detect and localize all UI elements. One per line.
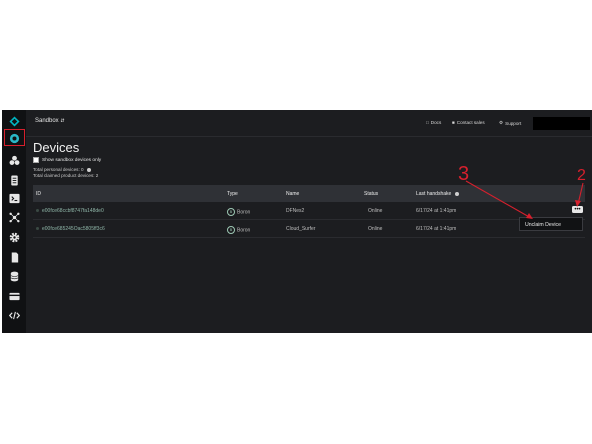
column-last-handshake-label: Last handshake (416, 191, 452, 197)
total-claimed-devices: Total claimed product devices: 2 (33, 173, 99, 178)
topbar: Sandbox ⇵ □ Docs ■ Contact sales ⚙ Suppo… (26, 110, 592, 137)
status-dot (36, 227, 39, 231)
support-label: Support (505, 120, 522, 126)
info-icon[interactable] (454, 191, 459, 196)
docs-link[interactable]: □ Docs (426, 120, 441, 125)
device-id-cell[interactable]: e00fce68ccbf8747fa148de0 (36, 208, 104, 214)
devices-table: ID Type Name Status Last handshake e00fc… (33, 185, 585, 238)
column-last-handshake[interactable]: Last handshake (416, 191, 459, 197)
sandbox-filter[interactable]: Show sandbox devices only (33, 157, 101, 163)
device-type: Boron (237, 227, 251, 234)
device-last-handshake: 6/17/24 at 1:41pm (416, 226, 457, 232)
code-icon (8, 311, 20, 319)
device-type: Boron (237, 209, 251, 216)
total-personal-devices: Total personal devices: 0 (33, 167, 91, 172)
device-type-cell: B Boron (227, 226, 250, 234)
contact-sales-label: Contact sales (456, 120, 485, 125)
sidebar-item-billing[interactable] (6, 173, 22, 187)
sidebar-item-sim[interactable] (6, 250, 22, 264)
device-status: Online (368, 226, 383, 232)
device-status: Online (368, 208, 383, 214)
sim-card-icon (11, 251, 18, 263)
table-row[interactable]: e00fce685245Oac5805ff3c6 B Boron Cloud_Su… (33, 220, 585, 238)
chevron-updown-icon: ⇵ (60, 118, 65, 124)
database-icon (10, 271, 18, 281)
row-more-button[interactable]: ••• (572, 206, 583, 213)
table-header: ID Type Name Status Last handshake (33, 185, 585, 202)
column-id[interactable]: ID (36, 191, 41, 197)
doc-icon: □ (426, 120, 429, 125)
device-id: e00fce68ccbf8747fa148de0 (42, 208, 104, 214)
gear-icon: ⚙ (499, 120, 504, 125)
settings-icon (9, 232, 19, 242)
unclaim-device-menu-item[interactable]: Unclaim Device (525, 222, 561, 228)
device-type-cell: B Boron (227, 208, 250, 216)
org-selector[interactable]: Sandbox ⇵ (35, 118, 65, 124)
device-id: e00fce685245Oac5805ff3c6 (42, 226, 105, 232)
integrations-icon (8, 212, 20, 222)
redacted-area (533, 117, 590, 130)
support-link[interactable]: ⚙ Support (499, 120, 521, 126)
sandbox-checkbox-label: Show sandbox devices only (42, 157, 102, 163)
sidebar-item-products[interactable] (6, 153, 22, 167)
status-dot (36, 209, 39, 213)
sidebar-item-settings[interactable] (6, 230, 22, 244)
sidebar-item-database[interactable] (6, 269, 22, 283)
products-icon (9, 155, 19, 165)
table-row[interactable]: e00fce68ccbf8747fa148de0 B Boron DFNes2 O… (33, 202, 585, 220)
boron-badge-icon: B (227, 226, 235, 234)
device-name: Cloud_Surfer (286, 226, 316, 232)
device-id-cell[interactable]: e00fce685245Oac5805ff3c6 (36, 226, 105, 232)
device-name: DFNes2 (286, 208, 305, 214)
console-icon (8, 193, 20, 203)
sidebar-item-console[interactable] (6, 191, 22, 205)
contact-sales-link[interactable]: ■ Contact sales (452, 120, 485, 125)
chat-icon: ■ (452, 120, 455, 125)
page-title: Devices (33, 140, 80, 155)
column-status[interactable]: Status (364, 191, 378, 197)
active-nav-highlight (4, 129, 25, 146)
billing-icon (10, 174, 18, 186)
sidebar-item-integrations[interactable] (6, 210, 22, 224)
info-icon[interactable] (86, 167, 91, 172)
column-type[interactable]: Type (227, 191, 238, 197)
org-name: Sandbox (35, 118, 59, 124)
column-name[interactable]: Name (286, 191, 299, 197)
sidebar-item-payment[interactable] (6, 289, 22, 303)
row-context-menu: Unclaim Device (519, 217, 583, 231)
device-last-handshake: 6/17/24 at 1:41pm (416, 208, 457, 214)
sandbox-checkbox[interactable] (33, 157, 39, 163)
sidebar-item-code[interactable] (6, 308, 22, 322)
card-icon (8, 292, 20, 300)
particle-logo-icon[interactable] (6, 114, 22, 128)
docs-label: Docs (430, 120, 442, 125)
total-personal-label: Total personal devices: 0 (33, 167, 84, 172)
boron-badge-icon: B (227, 208, 235, 216)
